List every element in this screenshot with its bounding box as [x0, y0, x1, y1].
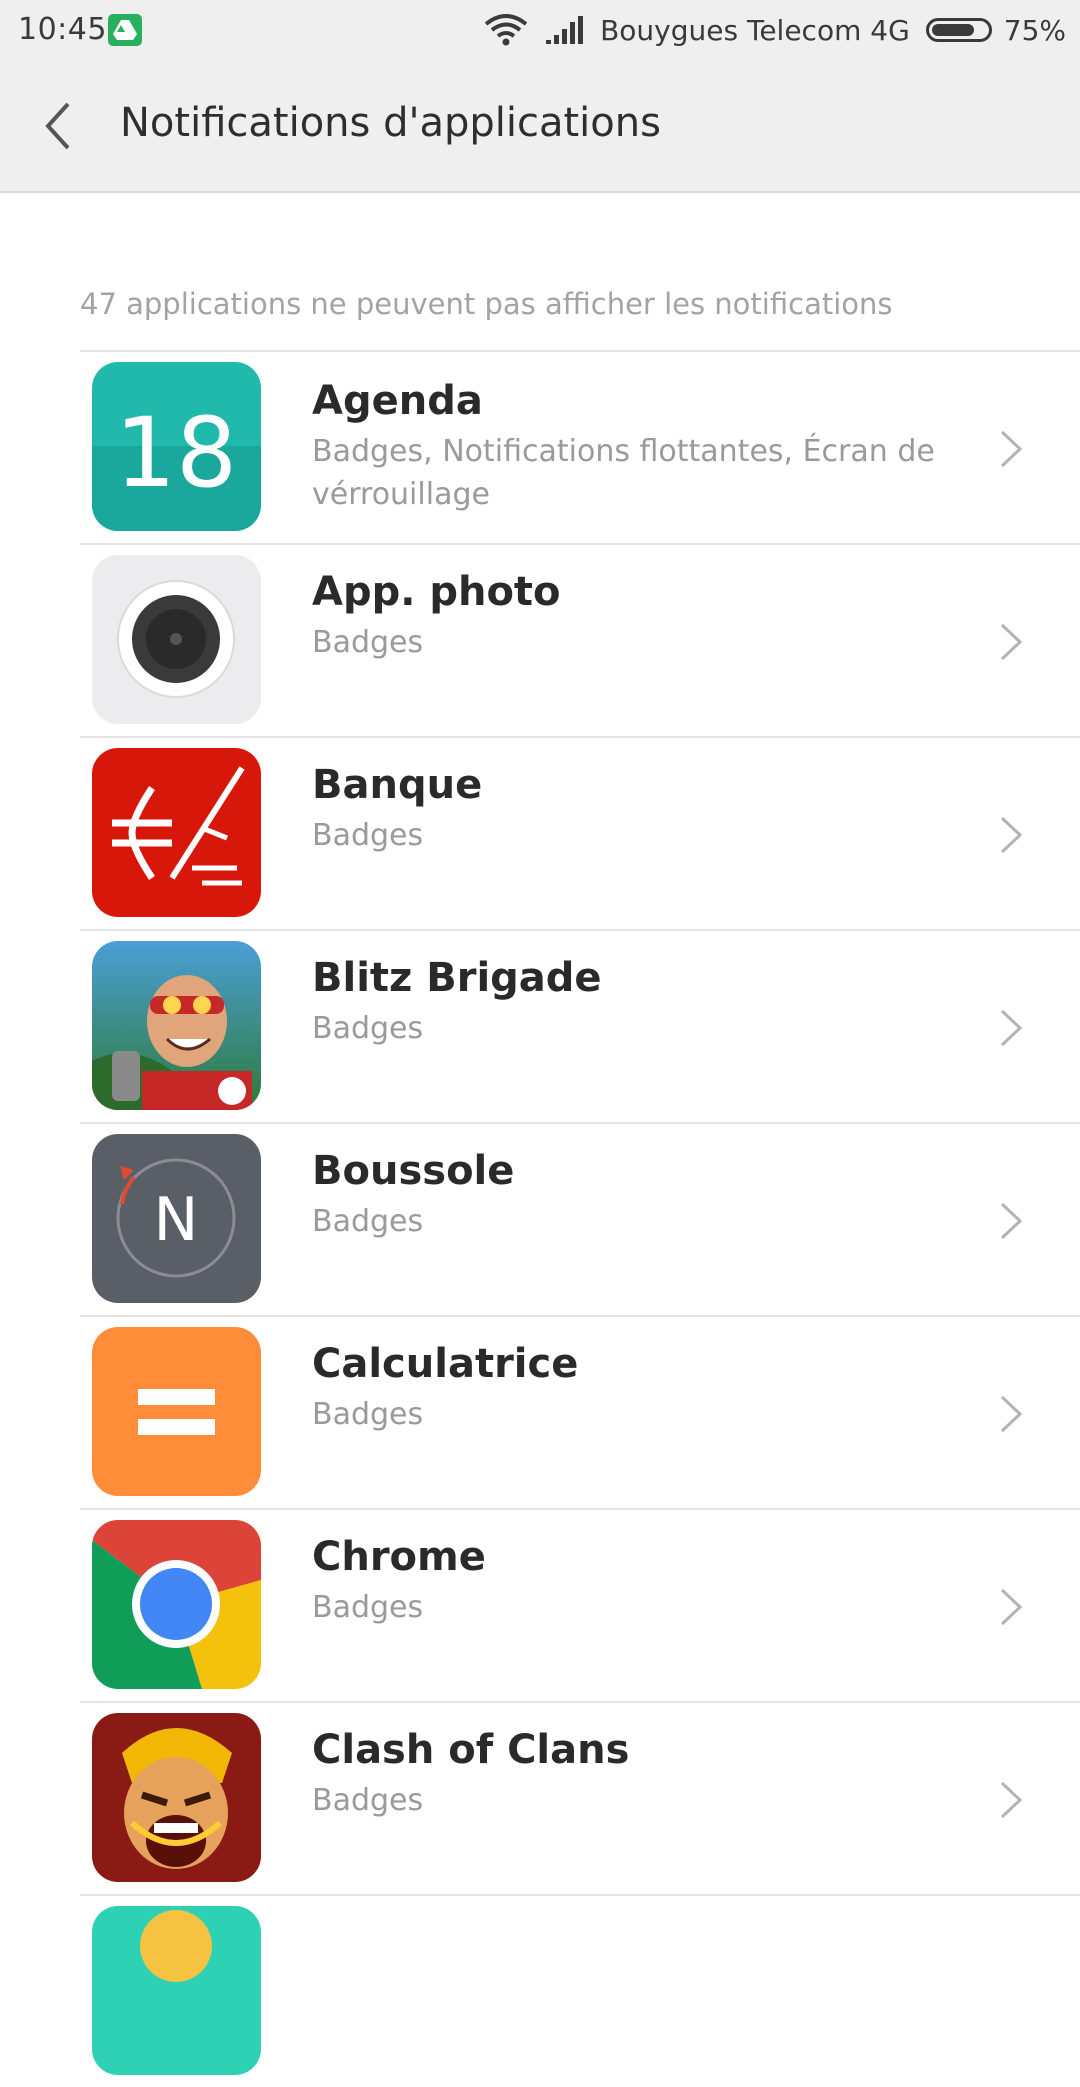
compass-icon-letter: N: [154, 1185, 199, 1255]
app-name: Banque: [312, 762, 483, 808]
battery-icon: [925, 18, 992, 42]
chevron-right-icon: [1000, 1009, 1023, 1047]
app-row-clash-of-clans[interactable]: Clash of Clans Badges: [80, 1701, 1080, 1894]
app-name: Chrome: [312, 1534, 486, 1580]
app-row-calculator[interactable]: Calculatrice Badges: [80, 1315, 1080, 1508]
app-detail: Badges: [312, 1204, 424, 1239]
app-row-partial[interactable]: [80, 1894, 1080, 2087]
calculator-icon: [92, 1327, 261, 1496]
agenda-icon: 18: [92, 362, 261, 531]
clash-of-clans-icon: [92, 1713, 261, 1882]
app-name: Boussole: [312, 1148, 515, 1194]
app-row-bank[interactable]: Banque Badges: [80, 736, 1080, 929]
wifi-icon: [484, 14, 528, 46]
app-detail: Badges: [312, 625, 424, 660]
chevron-right-icon: [1000, 1781, 1023, 1819]
chevron-right-icon: [1000, 430, 1023, 468]
compass-icon: N: [92, 1134, 261, 1303]
carrier-label: Bouygues Telecom 4G: [600, 13, 910, 47]
app-row-camera[interactable]: App. photo Badges: [80, 543, 1080, 736]
app-list: 18 Agenda Badges, Notifications flottant…: [80, 350, 1080, 2087]
app-detail: Badges, Notifications flottantes, Écran …: [312, 434, 935, 512]
app-detail: Badges: [312, 1590, 424, 1625]
status-time: 10:45: [18, 12, 107, 47]
signal-icon: [546, 16, 584, 44]
app-name: Clash of Clans: [312, 1727, 630, 1773]
app-detail: Badges: [312, 818, 424, 853]
chevron-right-icon: [1000, 816, 1023, 854]
camera-icon: [92, 555, 261, 724]
bank-icon: [92, 748, 261, 917]
battery-percent: 75%: [1003, 13, 1066, 47]
app-name: Blitz Brigade: [312, 955, 602, 1001]
blitz-brigade-icon: [92, 941, 261, 1110]
chevron-right-icon: [1000, 623, 1023, 661]
app-row-blitz-brigade[interactable]: Blitz Brigade Badges: [80, 929, 1080, 1122]
agenda-icon-number: 18: [115, 397, 237, 509]
app-name: Agenda: [312, 378, 483, 424]
app-detail: Badges: [312, 1783, 424, 1818]
google-drive-icon: [108, 14, 142, 46]
section-header: 47 applications ne peuvent pas afficher …: [80, 287, 893, 321]
app-row-compass[interactable]: N Boussole Badges: [80, 1122, 1080, 1315]
chrome-icon: [92, 1520, 261, 1689]
app-detail: Badges: [312, 1011, 424, 1046]
app-row-chrome[interactable]: Chrome Badges: [80, 1508, 1080, 1701]
app-name: App. photo: [312, 569, 561, 615]
status-bar: 10:45 Bouygues Telecom 4G 75%: [0, 0, 1080, 60]
page-title: Notifications d'applications: [120, 100, 661, 146]
chevron-right-icon: [1000, 1202, 1023, 1240]
app-row-agenda[interactable]: 18 Agenda Badges, Notifications flottant…: [80, 350, 1080, 543]
app-name: Calculatrice: [312, 1341, 579, 1387]
app-header: Notifications d'applications: [0, 60, 1080, 193]
partial-app-icon: [92, 1906, 261, 2075]
back-button[interactable]: [36, 96, 86, 156]
chevron-right-icon: [1000, 1395, 1023, 1433]
chevron-right-icon: [1000, 1588, 1023, 1626]
app-detail: Badges: [312, 1397, 424, 1432]
